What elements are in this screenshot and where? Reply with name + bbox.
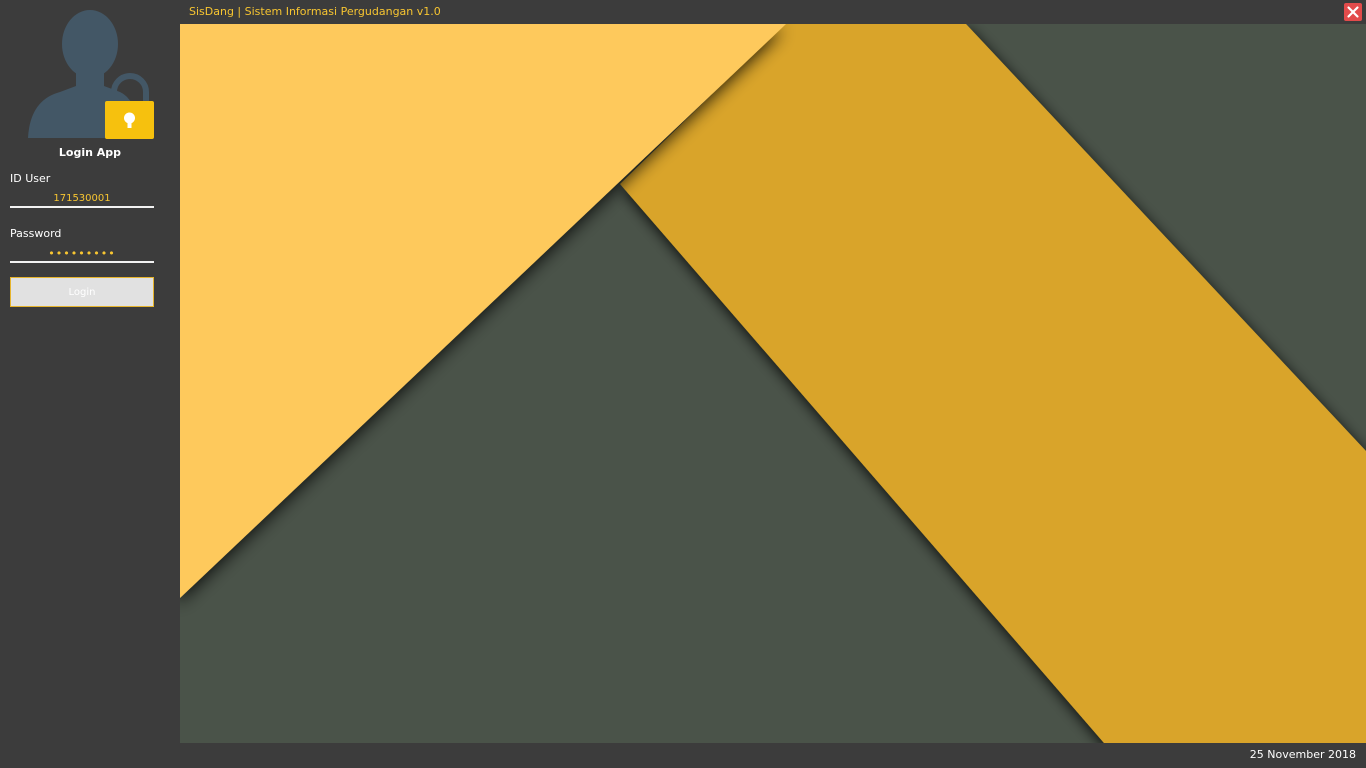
material-shapes-image [180,24,1366,743]
login-button[interactable]: Login [10,277,154,307]
status-bar: 25 November 2018 [0,743,1366,768]
id-user-input[interactable] [10,190,154,208]
login-title: Login App [58,146,122,159]
login-sidebar: Login App ID User Password Login [0,0,180,743]
close-icon [1347,6,1359,18]
app-window: Login App ID User Password Login SisDang… [0,0,1366,768]
background-artwork [180,24,1366,743]
user-lock-icon [28,10,154,139]
status-date: 25 November 2018 [1249,748,1356,761]
id-user-label: ID User [10,172,51,185]
password-label: Password [10,227,62,240]
password-input[interactable] [10,245,154,263]
close-button[interactable] [1344,3,1362,21]
app-title: SisDang | Sistem Informasi Pergudangan v… [189,5,441,18]
title-bar: SisDang | Sistem Informasi Pergudangan v… [180,0,1366,24]
